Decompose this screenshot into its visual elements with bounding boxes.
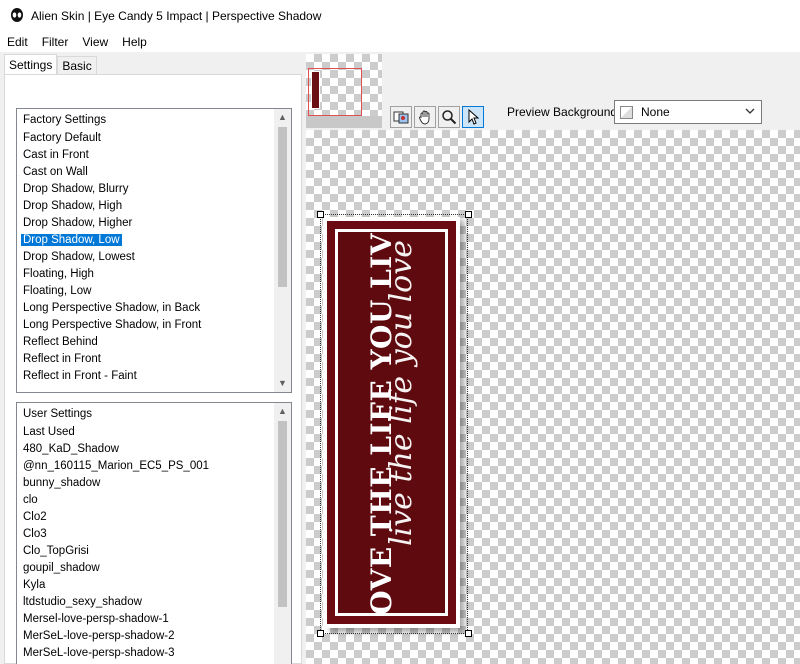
navigator-bar <box>306 116 382 128</box>
list-item[interactable]: Clo_TopGrisi <box>17 543 275 560</box>
chevron-down-icon <box>745 108 755 114</box>
list-item[interactable]: Clo3 <box>17 526 275 543</box>
list-item[interactable]: MerSeL-love-persp-shadow-2 <box>17 628 275 645</box>
list-item[interactable]: Drop Shadow, Blurry <box>17 181 275 198</box>
selection-box <box>320 214 468 634</box>
list-item[interactable]: Reflect Behind <box>17 334 275 351</box>
scroll-thumb[interactable] <box>278 421 287 607</box>
list-item[interactable]: Clo2 <box>17 509 275 526</box>
tab-basic[interactable]: Basic <box>57 56 97 75</box>
menu-edit[interactable]: Edit <box>0 35 35 49</box>
factory-settings-header: Factory Settings <box>23 114 107 126</box>
tab-settings[interactable]: Settings <box>4 54 58 75</box>
scroll-up-icon[interactable]: ▲ <box>274 109 291 126</box>
resize-handle-tr[interactable] <box>465 211 472 218</box>
list-item[interactable]: Reflect in Front - Faint <box>17 368 275 385</box>
list-item[interactable]: Floating, High <box>17 266 275 283</box>
list-item[interactable]: Reflect in Front <box>17 351 275 368</box>
list-item[interactable]: Long Perspective Shadow, in Front <box>17 317 275 334</box>
zoom-icon[interactable] <box>438 106 460 128</box>
pointer-icon[interactable] <box>462 106 484 128</box>
compare-icon[interactable] <box>390 106 412 128</box>
factory-settings-list[interactable]: Factory Settings Factory Default Cast in … <box>16 108 292 393</box>
preview-canvas[interactable]: LOVE THE LIFE YOU LIVE live the life you… <box>306 130 800 664</box>
list-item[interactable]: goupil_shadow <box>17 560 275 577</box>
factory-scrollbar[interactable]: ▲ ▼ <box>274 109 291 392</box>
background-swatch-icon <box>620 105 633 119</box>
list-item[interactable]: Last Used <box>17 424 275 441</box>
resize-handle-tl[interactable] <box>317 211 324 218</box>
list-item[interactable]: ltdstudio_sexy_shadow <box>17 594 275 611</box>
settings-pane: Settings Basic Factory Settings Factory … <box>0 52 306 664</box>
list-item[interactable]: Drop Shadow, Low <box>17 232 275 249</box>
list-item[interactable]: clo <box>17 492 275 509</box>
preview-toolbar <box>390 106 484 128</box>
navigator-thumbnail[interactable] <box>306 54 382 128</box>
preview-background-label: Preview Background: <box>507 105 621 119</box>
resize-handle-br[interactable] <box>465 630 472 637</box>
list-item[interactable]: Cast in Front <box>17 147 275 164</box>
list-item[interactable]: Kyla <box>17 577 275 594</box>
preview-pane: Preview Background: None LOVE THE LIFE Y… <box>306 52 800 664</box>
user-scrollbar[interactable]: ▲ ▼ <box>274 403 291 664</box>
list-item[interactable]: Factory Default <box>17 130 275 147</box>
menu-help[interactable]: Help <box>115 35 154 49</box>
list-item[interactable]: Drop Shadow, Higher <box>17 215 275 232</box>
list-item[interactable]: Mersel-love-persp-shadow-1 <box>17 611 275 628</box>
list-item[interactable]: 480_KaD_Shadow <box>17 441 275 458</box>
user-settings-list[interactable]: User Settings Last Used 480_KaD_Shadow @nn… <box>16 402 292 664</box>
settings-panel: Factory Settings Factory Default Cast in … <box>4 74 302 664</box>
list-item[interactable]: @nn_160115_Marion_EC5_PS_001 <box>17 458 275 475</box>
tab-strip: Settings Basic <box>4 54 97 76</box>
alien-head-icon <box>11 8 23 22</box>
preview-background-value: None <box>641 105 670 119</box>
scroll-up-icon[interactable]: ▲ <box>274 403 291 420</box>
list-item[interactable]: Cast on Wall <box>17 164 275 181</box>
list-item[interactable]: Floating, Low <box>17 283 275 300</box>
user-settings-header: User Settings <box>23 408 93 420</box>
resize-handle-bl[interactable] <box>317 630 324 637</box>
scroll-thumb[interactable] <box>278 127 287 287</box>
list-item[interactable]: Long Perspective Shadow, in Back <box>17 300 275 317</box>
list-item[interactable]: Drop Shadow, Lowest <box>17 249 275 266</box>
preview-background-select[interactable]: None <box>614 100 762 124</box>
list-item[interactable]: MerSeL-love-persp-shadow-3 <box>17 645 275 662</box>
menu-filter[interactable]: Filter <box>35 35 76 49</box>
list-item[interactable]: bunny_shadow <box>17 475 275 492</box>
menu-view[interactable]: View <box>75 35 115 49</box>
window-title: Alien Skin | Eye Candy 5 Impact | Perspe… <box>31 9 322 23</box>
navigator-image <box>311 71 320 109</box>
scroll-down-icon[interactable]: ▼ <box>274 375 291 392</box>
menu-bar: Edit Filter View Help <box>0 32 800 52</box>
hand-icon[interactable] <box>414 106 436 128</box>
title-bar: Alien Skin | Eye Candy 5 Impact | Perspe… <box>0 0 800 32</box>
list-item[interactable]: Drop Shadow, High <box>17 198 275 215</box>
